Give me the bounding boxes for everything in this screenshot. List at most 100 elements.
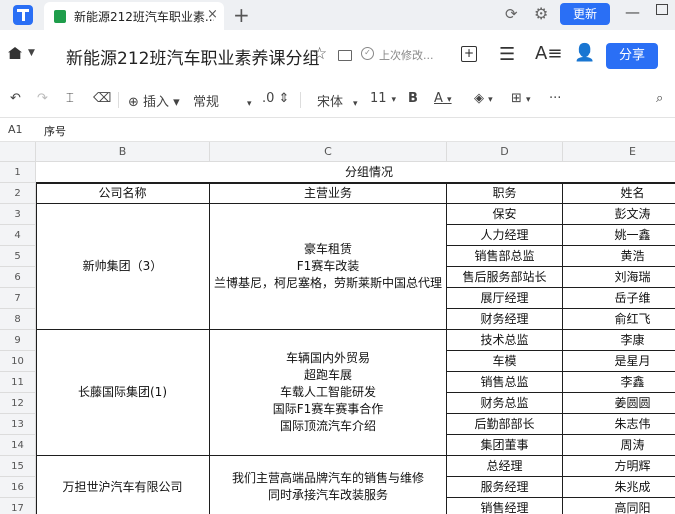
collaborator-icon[interactable]: 👤 — [574, 43, 595, 63]
row-header[interactable]: 14 — [0, 435, 36, 456]
insert-menu-button[interactable]: ⊕ 插入 ▾ — [128, 91, 180, 110]
spreadsheet-grid[interactable]: BCDE 1 2 3 4 5 6 7 8 9 10 11 12 13 14 15 16 17 分组情况 公司名称主… — [0, 142, 675, 514]
minimize-icon[interactable]: — — [625, 3, 640, 21]
name-cell[interactable]: 彭文涛 — [563, 204, 675, 225]
name-cell[interactable]: 方明辉 — [563, 456, 675, 477]
row-header[interactable]: 9 — [0, 330, 36, 351]
role-cell[interactable]: 总经理 — [447, 456, 563, 477]
update-button[interactable]: 更新 — [560, 3, 610, 25]
role-cell[interactable]: 技术总监 — [447, 330, 563, 351]
row-header[interactable]: 6 — [0, 267, 36, 288]
role-cell[interactable]: 销售经理 — [447, 498, 563, 514]
business-cell[interactable]: 豪车租赁 F1赛车改装 兰博基尼，柯尼塞格，劳斯莱斯中国总代理 — [210, 204, 447, 330]
number-format-select[interactable]: 常规 ▾ — [193, 91, 252, 110]
select-all-corner[interactable] — [0, 142, 36, 162]
name-cell[interactable]: 李鑫 — [563, 372, 675, 393]
close-tab-icon[interactable]: × — [207, 7, 218, 22]
eraser-icon[interactable]: ⌫ — [93, 91, 111, 106]
role-cell[interactable]: 保安 — [447, 204, 563, 225]
more-button[interactable]: ··· — [549, 91, 561, 106]
maximize-icon[interactable] — [656, 4, 668, 15]
column-header[interactable]: C — [210, 142, 447, 162]
name-cell[interactable]: 周涛 — [563, 435, 675, 456]
document-title[interactable]: 新能源212班汽车职业素养课分组 — [66, 44, 319, 69]
row-header[interactable]: 2 — [0, 183, 36, 204]
row-header[interactable]: 15 — [0, 456, 36, 477]
name-cell[interactable]: 朱志伟 — [563, 414, 675, 435]
share-button[interactable]: 分享 — [606, 43, 658, 69]
refresh-icon[interactable]: ⟳ — [505, 5, 518, 23]
role-cell[interactable]: 财务经理 — [447, 309, 563, 330]
row-header[interactable]: 5 — [0, 246, 36, 267]
row-header[interactable]: 1 — [0, 162, 36, 183]
cell-reference[interactable]: A1 — [8, 123, 23, 136]
bold-button[interactable]: B — [408, 91, 418, 106]
company-name-cell[interactable]: 长藤国际集团(1) — [36, 330, 210, 456]
name-cell[interactable]: 朱兆成 — [563, 477, 675, 498]
role-cell[interactable]: 服务经理 — [447, 477, 563, 498]
row-header[interactable]: 13 — [0, 414, 36, 435]
role-cell[interactable]: 人力经理 — [447, 225, 563, 246]
role-cell[interactable]: 车模 — [447, 351, 563, 372]
role-cell[interactable]: 财务总监 — [447, 393, 563, 414]
row-header[interactable]: 8 — [0, 309, 36, 330]
row-header[interactable]: 4 — [0, 225, 36, 246]
row-header[interactable]: 12 — [0, 393, 36, 414]
row-header[interactable]: 16 — [0, 477, 36, 498]
business-cell[interactable]: 车辆国内外贸易 超跑车展 车载人工智能研发 国际F1赛车赛事合作 国际顶流汽车介… — [210, 330, 447, 456]
undo-icon[interactable]: ↶ — [10, 91, 21, 106]
name-cell[interactable]: 岳子维 — [563, 288, 675, 309]
border-icon[interactable]: ⊞ ▾ — [511, 91, 531, 106]
chevron-down-icon[interactable]: ▼ — [28, 48, 35, 58]
row-header[interactable]: 7 — [0, 288, 36, 309]
business-cell[interactable]: 我们主营高端品牌汽车的销售与维修 同时承接汽车改装服务 — [210, 456, 447, 514]
row-header[interactable]: 3 — [0, 204, 36, 225]
company-name-cell[interactable]: 新帅集团（3） — [36, 204, 210, 330]
group-title-cell[interactable]: 分组情况 — [36, 162, 675, 183]
name-cell[interactable]: 黄浩 — [563, 246, 675, 267]
header-cell-role[interactable]: 职务 — [447, 183, 563, 204]
name-cell[interactable]: 姚一鑫 — [563, 225, 675, 246]
formula-input[interactable]: 序号 — [44, 123, 66, 139]
role-cell[interactable]: 展厅经理 — [447, 288, 563, 309]
column-header[interactable]: B — [36, 142, 210, 162]
home-icon[interactable] — [8, 47, 22, 59]
role-cell[interactable]: 销售部总监 — [447, 246, 563, 267]
name-cell[interactable]: 姜圆圆 — [563, 393, 675, 414]
font-size-select[interactable]: 11 ▾ — [370, 91, 396, 106]
column-header[interactable]: E — [563, 142, 675, 162]
redo-icon[interactable]: ↷ — [37, 91, 48, 106]
decimal-button[interactable]: .0 ⇕ — [262, 91, 289, 106]
text-style-icon[interactable]: A≡ — [535, 43, 562, 64]
insert-icon[interactable]: + — [461, 46, 477, 62]
row-header[interactable]: 10 — [0, 351, 36, 372]
gear-icon[interactable]: ⚙ — [534, 4, 548, 23]
table-left-border — [36, 183, 37, 514]
format-painter-icon[interactable]: ⌶ — [66, 91, 74, 106]
role-cell[interactable]: 集团董事 — [447, 435, 563, 456]
document-tab[interactable]: 新能源212班汽车职业素... — [44, 2, 224, 30]
font-color-button[interactable]: A ▾ — [434, 91, 452, 106]
fill-color-icon[interactable]: ◈ ▾ — [474, 91, 493, 106]
star-icon[interactable]: ☆ — [312, 44, 327, 64]
menu-icon[interactable]: ☰ — [499, 44, 515, 65]
role-cell[interactable]: 销售总监 — [447, 372, 563, 393]
role-cell[interactable]: 售后服务部站长 — [447, 267, 563, 288]
header-cell-company[interactable]: 公司名称 — [36, 183, 210, 204]
header-cell-name[interactable]: 姓名 — [563, 183, 675, 204]
search-icon[interactable]: ⌕ — [656, 91, 663, 106]
name-cell[interactable]: 俞红飞 — [563, 309, 675, 330]
row-header[interactable]: 11 — [0, 372, 36, 393]
company-name-cell[interactable]: 万担世沪汽车有限公司 — [36, 456, 210, 514]
folder-icon[interactable] — [338, 50, 352, 61]
name-cell[interactable]: 是星月 — [563, 351, 675, 372]
font-family-select[interactable]: 宋体 ▾ — [317, 91, 358, 110]
new-tab-icon[interactable]: + — [233, 3, 250, 27]
name-cell[interactable]: 高同阳 — [563, 498, 675, 514]
name-cell[interactable]: 李康 — [563, 330, 675, 351]
name-cell[interactable]: 刘海瑞 — [563, 267, 675, 288]
role-cell[interactable]: 后勤部部长 — [447, 414, 563, 435]
column-header[interactable]: D — [447, 142, 563, 162]
header-cell-business[interactable]: 主营业务 — [210, 183, 447, 204]
row-header[interactable]: 17 — [0, 498, 36, 514]
